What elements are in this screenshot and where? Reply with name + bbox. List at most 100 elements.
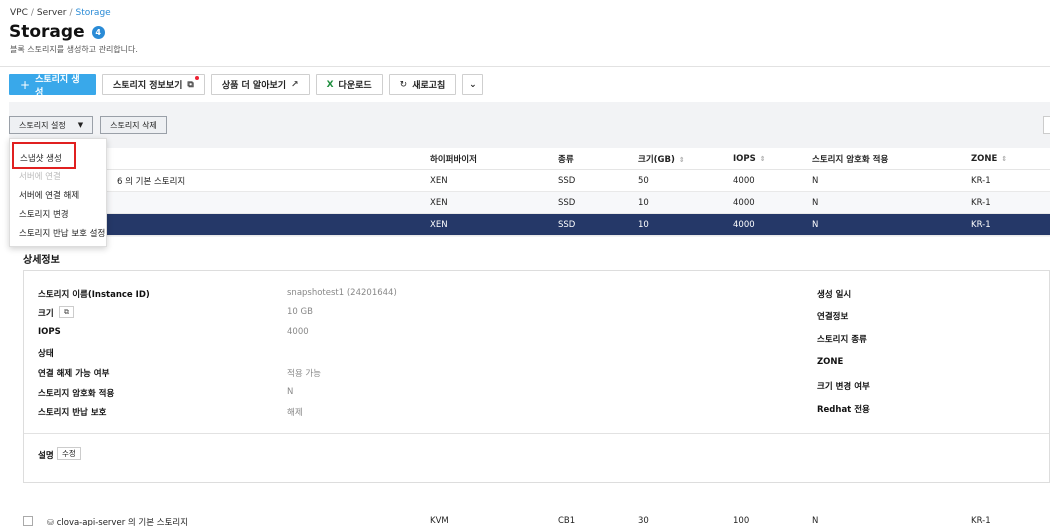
caret-down-icon: ▼ <box>77 121 84 129</box>
storage-settings-dropdown: 서버에 연결 스냅샷 생성 서버에 연결 해제 스토리지 변경 스토리지 반납 … <box>9 138 107 247</box>
table-row[interactable]: ⛁ clova-api-server 의 기본 스토리지 KVM CB1 30 1… <box>9 510 1050 526</box>
menu-item-connect-server[interactable]: 서버에 연결 <box>19 170 61 182</box>
cell-type: SSD <box>558 175 576 186</box>
create-storage-label: 스토리지 생성 <box>35 74 80 98</box>
sort-icon: ⇕ <box>1001 154 1008 163</box>
col-encryption: 스토리지 암호화 적용 <box>812 154 889 165</box>
detail-value: 4000 <box>287 327 309 337</box>
cell-hypervisor: XEN <box>430 219 448 230</box>
external-link-icon: ↗ <box>291 79 299 90</box>
plus-icon: + <box>20 77 31 92</box>
cell-zone: KR-1 <box>971 516 991 526</box>
toolbar: + 스토리지 생성 스토리지 정보보기 ⧉ 상품 더 알아보기 ↗ X 다운로드… <box>9 74 484 98</box>
sort-icon: ⇕ <box>678 155 685 164</box>
chevron-down-icon: ⌄ <box>469 79 477 90</box>
col-size-label: 크기(GB) <box>638 154 675 165</box>
col-type: 종류 <box>558 154 574 165</box>
cell-name: 6 의 기본 스토리지 <box>117 176 186 187</box>
copy-icon[interactable]: ⧉ <box>59 306 74 318</box>
more-button[interactable]: ⌄ <box>462 74 484 95</box>
cell-zone: KR-1 <box>971 175 991 186</box>
cell-type: CB1 <box>558 516 576 526</box>
breadcrumb-storage[interactable]: Storage <box>75 8 110 18</box>
detail-value: 적용 가능 <box>287 369 321 379</box>
detail-label: 크기 <box>38 309 54 319</box>
table-row[interactable]: XEN SSD 10 4000 N KR-1 <box>9 192 1050 214</box>
detail-box: 스토리지 이름(Instance ID) snapshotest1 (24201… <box>23 270 1050 483</box>
cell-encryption: N <box>812 175 819 186</box>
col-iops-label: IOPS <box>733 153 756 164</box>
detail-value: 해제 <box>287 408 303 418</box>
detail-label: 생성 일시 <box>817 290 852 300</box>
storage-delete-label: 스토리지 삭제 <box>110 120 157 130</box>
refresh-button[interactable]: ↻ 새로고침 <box>388 74 457 95</box>
cell-size: 10 <box>638 197 649 208</box>
excel-icon: X <box>326 79 334 90</box>
cell-size: 10 <box>638 219 649 230</box>
menu-item-change-storage[interactable]: 스토리지 변경 <box>19 208 69 220</box>
refresh-label: 새로고침 <box>412 81 446 91</box>
cell-zone: KR-1 <box>971 219 991 230</box>
cell-type: SSD <box>558 197 576 208</box>
detail-label: 스토리지 종류 <box>817 335 867 345</box>
detail-title: 상세정보 <box>23 255 60 266</box>
detail-label: 연결정보 <box>817 312 849 322</box>
storage-info-label: 스토리지 정보보기 <box>113 81 183 91</box>
learn-more-button[interactable]: 상품 더 알아보기 ↗ <box>210 74 310 95</box>
cell-hypervisor: KVM <box>430 516 449 526</box>
cell-size: 30 <box>638 516 649 526</box>
col-zone[interactable]: ZONE ⇕ <box>971 154 1007 164</box>
breadcrumb: VPC / Server / Storage <box>10 8 111 18</box>
cell-encryption: N <box>812 219 819 230</box>
row-checkbox[interactable] <box>23 516 33 526</box>
description-label: 설명 <box>38 451 54 461</box>
cell-hypervisor: XEN <box>430 175 448 186</box>
cell-iops: 100 <box>733 516 750 526</box>
notification-dot <box>194 75 199 80</box>
detail-label: 스토리지 이름(Instance ID) <box>38 290 150 300</box>
detail-label: 상태 <box>38 349 54 359</box>
cell-iops: 4000 <box>733 197 755 208</box>
create-storage-button[interactable]: + 스토리지 생성 <box>9 74 96 98</box>
storage-settings-button[interactable]: 스토리지 설정 ▼ <box>9 116 94 134</box>
cell-name: ⛁ clova-api-server 의 기본 스토리지 <box>47 516 188 526</box>
download-button[interactable]: X 다운로드 <box>315 74 383 95</box>
count-badge: 4 <box>91 25 105 39</box>
menu-item-create-snapshot[interactable]: 스냅샷 생성 <box>20 152 62 164</box>
cell-encryption: N <box>812 516 819 526</box>
storage-settings-label: 스토리지 설정 <box>19 120 66 130</box>
detail-label: ZONE <box>817 357 844 367</box>
refresh-icon: ↻ <box>399 79 408 90</box>
disk-icon: ⛁ <box>47 518 54 526</box>
detail-value: 10 GB <box>287 307 313 317</box>
col-size[interactable]: 크기(GB) ⇕ <box>638 153 685 165</box>
menu-item-return-protection[interactable]: 스토리지 반납 보호 설정 <box>19 227 105 239</box>
breadcrumb-server[interactable]: Server <box>37 8 67 18</box>
cell-iops: 4000 <box>733 219 755 230</box>
learn-more-label: 상품 더 알아보기 <box>221 81 287 91</box>
breadcrumb-vpc[interactable]: VPC <box>10 8 28 18</box>
storage-info-button[interactable]: 스토리지 정보보기 ⧉ <box>102 74 205 95</box>
table-header: 하이퍼바이저 종류 크기(GB) ⇕ IOPS ⇕ 스토리지 암호화 적용 ZONE… <box>9 148 1050 170</box>
detail-label: 크기 변경 여부 <box>817 382 870 392</box>
sort-icon: ⇕ <box>759 154 766 163</box>
table-row[interactable]: 6 의 기본 스토리지 XEN SSD 50 4000 N KR-1 <box>9 170 1050 192</box>
cell-iops: 4000 <box>733 175 755 186</box>
cell-name-text: clova-api-server 의 기본 스토리지 <box>56 518 189 526</box>
storage-delete-button[interactable]: 스토리지 삭제 <box>100 116 167 134</box>
edit-description-button[interactable]: 수정 <box>57 447 81 460</box>
col-iops[interactable]: IOPS ⇕ <box>733 154 766 164</box>
table-row-selected[interactable]: XEN SSD 10 4000 N KR-1 <box>9 214 1050 236</box>
sub-toolbar: 스토리지 설정 ▼ 스토리지 삭제 <box>9 116 167 134</box>
detail-divider <box>24 433 1049 434</box>
detail-value: N <box>287 387 294 397</box>
cell-hypervisor: XEN <box>430 197 448 208</box>
detail-label: 스토리지 반납 보호 <box>38 408 107 418</box>
detail-panel: 상세정보 스토리지 이름(Instance ID) snapshotest1 (… <box>9 237 1050 510</box>
col-zone-label: ZONE <box>971 153 998 164</box>
cell-type: SSD <box>558 219 576 230</box>
page-subtitle: 블록 스토리지를 생성하고 관리합니다. <box>10 45 138 54</box>
cell-encryption: N <box>812 197 819 208</box>
search-input[interactable] <box>1043 116 1050 134</box>
menu-item-disconnect-server[interactable]: 서버에 연결 해제 <box>19 189 79 201</box>
